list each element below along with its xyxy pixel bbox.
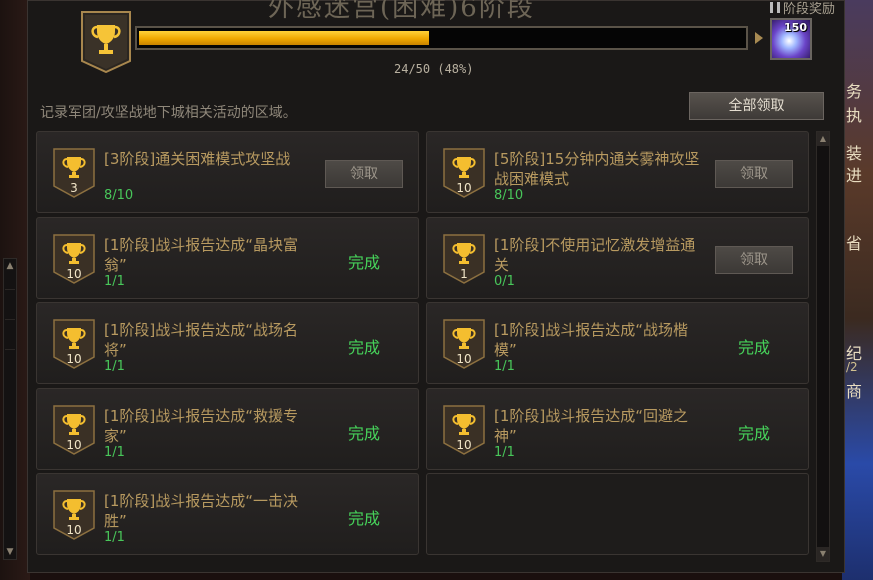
right-edge-text: 执 (846, 106, 863, 125)
left-side-scrollbar[interactable]: ▲ ▼ (3, 258, 17, 560)
badge-number: 10 (66, 352, 81, 366)
completed-label: 完成 (738, 338, 771, 357)
achievement-title: [1阶段]战斗报告达成“回避之神” (494, 407, 689, 445)
badge-number: 10 (66, 267, 81, 281)
progress-bar-fill (139, 31, 430, 45)
achievement-progress: 8/10 (104, 188, 134, 203)
badge-number: 10 (66, 438, 81, 452)
arrow-right-icon (755, 32, 763, 44)
achievement-list: 3 [3阶段]通关困难模式攻坚战 8/10 领取 10 [5阶段]15分钟内通关雾神攻坚战… (36, 131, 818, 562)
scroll-down-icon[interactable]: ▼ (817, 547, 829, 561)
scroll-slot (5, 349, 15, 377)
achievement-card: 10 [1阶段]战斗报告达成“战场楷模” 1/1 完成 (426, 302, 809, 384)
achievement-progress: 1/1 (104, 359, 125, 374)
claim-button[interactable]: 领取 (715, 246, 793, 274)
achievement-card: 3 [3阶段]通关困难模式攻坚战 8/10 领取 (36, 131, 419, 213)
panel-description: 记录军团/攻坚战地下城相关活动的区域。 (40, 105, 297, 121)
achievement-title: [1阶段]战斗报告达成“一击决胜” (104, 492, 299, 530)
achievement-title: [1阶段]不使用记忆激发增益通关 (494, 236, 696, 274)
right-edge-text: 进 (846, 166, 863, 185)
trophy-icon: 1 (443, 234, 485, 284)
achievement-title: [1阶段]战斗报告达成“战场名将” (104, 321, 299, 359)
achievement-card: 10 [1阶段]战斗报告达成“回避之神” 1/1 完成 (426, 388, 809, 470)
right-edge-text: 省 (846, 234, 863, 253)
progress-bar (135, 26, 748, 50)
scroll-up-icon[interactable]: ▲ (817, 132, 829, 146)
scroll-up-icon[interactable]: ▲ (4, 259, 16, 273)
achievement-title: [5阶段]15分钟内通关雾神攻坚战困难模式 (494, 150, 700, 188)
achievement-title: [1阶段]战斗报告达成“晶块富翁” (104, 236, 299, 274)
panel-title: 外感迷宫(困难)6阶段 (268, 0, 535, 23)
completed-label: 完成 (348, 253, 381, 272)
achievement-card: 10 [1阶段]战斗报告达成“一击决胜” 1/1 完成 (36, 473, 419, 555)
achievement-card: 10 [5阶段]15分钟内通关雾神攻坚战困难模式 8/10 领取 (426, 131, 809, 213)
reward-item-count: 150 (784, 21, 807, 34)
completed-label: 完成 (738, 424, 771, 443)
scroll-down-icon[interactable]: ▼ (4, 545, 16, 559)
completed-label: 完成 (348, 338, 381, 357)
badge-number: 10 (456, 181, 471, 195)
achievement-progress: 8/10 (494, 188, 524, 203)
trophy-icon: 10 (53, 405, 95, 455)
badge-number: 1 (460, 267, 468, 281)
right-edge-text: 务 (846, 82, 863, 101)
trophy-icon: 10 (443, 319, 485, 369)
achievement-card: 10 [1阶段]战斗报告达成“晶块富翁” 1/1 完成 (36, 217, 419, 299)
trophy-icon (81, 11, 131, 73)
badge-number: 3 (70, 181, 78, 195)
badge-number: 10 (66, 523, 81, 537)
completed-label: 完成 (348, 424, 381, 443)
achievement-title: [1阶段]战斗报告达成“战场楷模” (494, 321, 689, 359)
completed-label: 完成 (348, 509, 381, 528)
progress-text: 24/50 (48%) (394, 62, 474, 76)
empty-card-slot (426, 473, 809, 555)
achievement-progress: 1/1 (104, 274, 125, 289)
achievement-progress: 1/1 (494, 445, 515, 460)
achievement-progress: 1/1 (494, 359, 515, 374)
right-edge-text: 装 (846, 144, 863, 163)
achievement-title: [1阶段]战斗报告达成“救援专家” (104, 407, 299, 445)
list-scrollbar[interactable]: ▲ ▼ (816, 131, 830, 562)
reward-item-icon[interactable]: 150 (770, 18, 812, 60)
achievement-panel: 外感迷宫(困难)6阶段 阶段奖励 150 24/50 (48%) 记录军团/攻坚… (27, 0, 845, 573)
trophy-icon: 3 (53, 148, 95, 198)
achievement-progress: 0/1 (494, 274, 515, 289)
stage-reward-text: 阶段奖励 (783, 2, 836, 17)
achievement-card: 10 [1阶段]战斗报告达成“战场名将” 1/1 完成 (36, 302, 419, 384)
trophy-icon: 10 (443, 148, 485, 198)
right-edge-text: /2 (846, 360, 858, 374)
achievement-card: 10 [1阶段]战斗报告达成“救援专家” 1/1 完成 (36, 388, 419, 470)
badge-number: 10 (456, 438, 471, 452)
claim-all-button[interactable]: 全部领取 (689, 92, 824, 120)
pause-icon (770, 2, 780, 13)
badge-number: 10 (456, 352, 471, 366)
achievement-progress: 1/1 (104, 530, 125, 545)
trophy-icon: 10 (53, 319, 95, 369)
achievement-card: 1 [1阶段]不使用记忆激发增益通关 0/1 领取 (426, 217, 809, 299)
trophy-icon: 10 (53, 490, 95, 540)
achievement-progress: 1/1 (104, 445, 125, 460)
achievement-title: [3阶段]通关困难模式攻坚战 (104, 150, 291, 168)
trophy-icon: 10 (53, 234, 95, 284)
claim-button[interactable]: 领取 (715, 160, 793, 188)
right-edge-text: 商 (846, 382, 863, 401)
claim-button[interactable]: 领取 (325, 160, 403, 188)
trophy-icon: 10 (443, 405, 485, 455)
stage-reward-label[interactable]: 阶段奖励 (770, 0, 835, 17)
scroll-slot (5, 319, 15, 347)
scroll-slot (5, 289, 15, 317)
